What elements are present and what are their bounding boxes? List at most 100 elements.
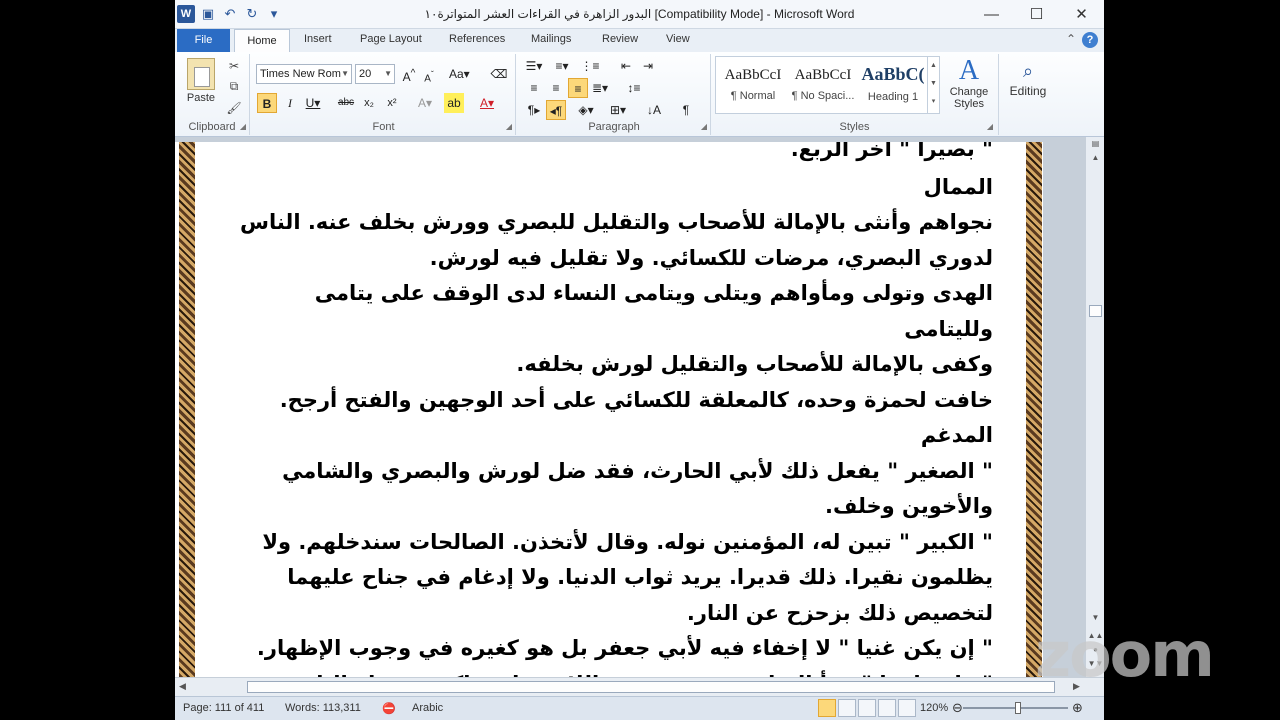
align-right-icon[interactable]: ≡ — [568, 78, 588, 98]
font-dialog-icon[interactable]: ◢ — [506, 122, 512, 131]
minimize-icon[interactable]: — — [969, 0, 1014, 29]
view-buttons — [818, 699, 916, 717]
superscript-button[interactable]: x² — [382, 93, 402, 113]
justify-icon[interactable]: ≣▾ — [590, 78, 610, 98]
underline-button[interactable]: U▾ — [303, 93, 323, 113]
full-screen-reading-icon[interactable] — [838, 699, 856, 717]
show-formatting-icon[interactable]: ¶ — [676, 100, 696, 120]
clipboard-group: Paste ✂ ⧉ 🖌 Clipboard ◢ — [175, 54, 250, 135]
style-sample: AaBbC( — [861, 64, 925, 84]
scroll-up-icon[interactable]: ▲ — [1086, 153, 1104, 162]
zoom-out-icon[interactable]: ⊖ — [952, 700, 963, 716]
outline-icon[interactable] — [878, 699, 896, 717]
zoom-level[interactable]: 120% — [920, 702, 948, 714]
tab-insert[interactable]: Insert — [304, 33, 332, 45]
scroll-left-icon[interactable]: ◀ — [179, 681, 186, 692]
align-left-icon[interactable]: ≡ — [524, 78, 544, 98]
format-painter-icon[interactable]: 🖌 — [225, 99, 243, 117]
tab-review[interactable]: Review — [602, 33, 638, 45]
page-count[interactable]: Page: 111 of 411 — [183, 702, 264, 714]
text-line: وكفى بالإمالة للأصحاب والتقليل لورش بخلف… — [516, 352, 993, 376]
style-normal[interactable]: AaBbCcI ¶ Normal — [718, 57, 788, 113]
numbering-icon[interactable]: ≡▾ — [552, 56, 572, 76]
styles-dialog-icon[interactable]: ◢ — [987, 122, 993, 131]
close-icon[interactable]: ✕ — [1059, 0, 1104, 29]
change-case-icon[interactable]: Aa▾ — [449, 64, 470, 84]
web-layout-icon[interactable] — [858, 699, 876, 717]
tab-references[interactable]: References — [449, 33, 505, 45]
bold-button[interactable]: B — [257, 93, 277, 113]
clear-formatting-icon[interactable]: ⌫ — [489, 64, 509, 84]
text-line: نجواهم وأنثى بالإمالة للأصحاب والتقليل ل… — [240, 210, 993, 234]
borders-icon[interactable]: ⊞▾ — [608, 100, 628, 120]
paste-button[interactable]: Paste — [181, 58, 221, 104]
subscript-button[interactable]: x₂ — [359, 93, 379, 113]
bullets-icon[interactable]: ☰▾ — [524, 56, 544, 76]
horizontal-scrollbar[interactable]: ◀ ▶ — [175, 677, 1104, 696]
ruler-toggle-icon[interactable]: ▤ — [1086, 139, 1104, 148]
font-label: Font — [372, 121, 395, 133]
change-styles-button[interactable]: A Change Styles — [945, 55, 993, 111]
tab-view[interactable]: View — [666, 33, 690, 45]
tab-file[interactable]: File — [177, 29, 230, 52]
change-styles-icon: A — [958, 55, 980, 86]
clipboard-dialog-icon[interactable]: ◢ — [240, 122, 246, 131]
text-line: " الكبير " تبين له، المؤمنين نوله. وقال … — [262, 529, 993, 554]
zoom-slider-knob[interactable] — [1015, 702, 1021, 714]
style-no-spacing[interactable]: AaBbCcI ¶ No Spaci... — [788, 57, 858, 113]
status-bar: Page: 111 of 411 Words: 113,311 ⛔ Arabic… — [175, 696, 1104, 720]
editing-button[interactable]: ⌕ Editing — [1001, 58, 1055, 98]
line-spacing-icon[interactable]: ↕≡ — [624, 78, 644, 98]
sort-icon[interactable]: ↓A — [644, 100, 664, 120]
zoom-in-icon[interactable]: ⊕ — [1072, 700, 1083, 716]
horizontal-scroll-thumb[interactable] — [247, 681, 1055, 693]
paragraph-dialog-icon[interactable]: ◢ — [701, 122, 707, 131]
increase-indent-icon[interactable]: ⇥ — [638, 56, 658, 76]
collapse-ribbon-icon[interactable]: ⌃ — [1066, 32, 1076, 48]
word-count[interactable]: Words: 113,311 — [285, 702, 361, 714]
document-page[interactable]: " بصيرا " آخر الربع. الممال نجواهم وأنثى… — [175, 142, 1043, 677]
page-border-right — [1026, 142, 1042, 677]
ltr-direction-icon[interactable]: ¶▸ — [524, 100, 544, 120]
gallery-scroll[interactable]: ▲ ▼ ▾ — [927, 57, 939, 113]
section-heading: المدغم — [920, 423, 993, 447]
style-name: ¶ Normal — [730, 90, 776, 102]
font-color-icon[interactable]: A▾ — [477, 93, 497, 113]
maximize-icon[interactable]: ☐ — [1014, 0, 1059, 29]
paragraph-label: Paragraph — [588, 121, 640, 133]
grow-font-icon[interactable]: A^ — [399, 64, 419, 84]
tab-page-layout[interactable]: Page Layout — [360, 33, 422, 45]
document-text[interactable]: " بصيرا " آخر الربع. الممال نجواهم وأنثى… — [235, 142, 993, 677]
align-center-icon[interactable]: ≡ — [546, 78, 566, 98]
tab-mailings[interactable]: Mailings — [531, 33, 571, 45]
language-indicator[interactable]: Arabic — [412, 702, 443, 714]
vertical-scrollbar[interactable]: ▤ ▲ ▼ ▲▲ ● ▼▼ — [1085, 137, 1104, 677]
copy-icon[interactable]: ⧉ — [225, 77, 243, 95]
font-family-select[interactable]: Times New Rom ▼ — [256, 64, 352, 84]
proofing-icon[interactable]: ⛔ — [382, 702, 396, 715]
multilevel-list-icon[interactable]: ⋮≡ — [580, 56, 600, 76]
vertical-scroll-thumb[interactable] — [1089, 305, 1102, 317]
text-effects-icon[interactable]: A▾ — [415, 93, 435, 113]
style-sample: AaBbCcI — [724, 67, 782, 83]
zoom-slider[interactable] — [963, 702, 1068, 714]
cut-icon[interactable]: ✂ — [225, 57, 243, 75]
font-size-select[interactable]: 20 ▼ — [355, 64, 395, 84]
text-line: الهدى وتولى ومأواهم ويتلى ويتامى النساء … — [314, 281, 993, 341]
help-icon[interactable]: ? — [1082, 32, 1098, 48]
shading-icon[interactable]: ◈▾ — [576, 100, 596, 120]
highlight-color-icon[interactable]: ab — [444, 93, 464, 113]
style-heading-1[interactable]: AaBbC( Heading 1 — [858, 57, 928, 113]
chevron-down-icon: ▼ — [341, 69, 349, 78]
print-layout-icon[interactable] — [818, 699, 836, 717]
shrink-font-icon[interactable]: Aˇ — [419, 64, 439, 84]
rtl-direction-icon[interactable]: ◂¶ — [546, 100, 566, 120]
draft-icon[interactable] — [898, 699, 916, 717]
tab-home[interactable]: Home — [234, 29, 290, 53]
ribbon-tabs: File Home Insert Page Layout References … — [175, 29, 1104, 53]
page-border-left — [179, 142, 195, 677]
strikethrough-button[interactable]: abc — [336, 93, 356, 113]
help-controls: ⌃ ? — [1066, 32, 1098, 48]
decrease-indent-icon[interactable]: ⇤ — [616, 56, 636, 76]
italic-button[interactable]: I — [280, 93, 300, 113]
